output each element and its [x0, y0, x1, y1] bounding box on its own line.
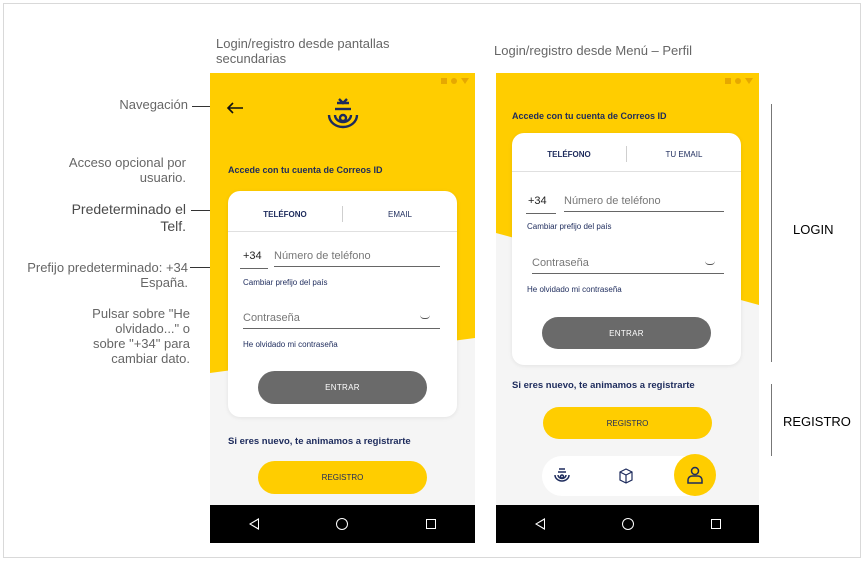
status-icons	[725, 78, 753, 84]
login-heading: Accede con tu cuenta de Correos ID	[228, 165, 383, 175]
correos-logo-icon[interactable]	[552, 466, 572, 486]
android-navbar	[210, 505, 475, 543]
nav-recents-icon[interactable]	[710, 519, 721, 529]
nav-back-icon[interactable]	[534, 518, 545, 530]
login-bracket-line	[771, 104, 772, 362]
login-tabs: TELÉFONO EMAIL	[228, 197, 457, 231]
password-input[interactable]: Contraseña	[532, 257, 724, 274]
tab-email[interactable]: EMAIL	[343, 197, 457, 231]
caption-left: Login/registro desde pantallas secundari…	[216, 36, 390, 66]
forgot-password-link[interactable]: He olvidado mi contraseña	[243, 340, 338, 349]
login-section-label: LOGIN	[793, 222, 834, 237]
status-icons	[441, 78, 469, 84]
android-navbar	[496, 505, 759, 543]
change-prefix-link[interactable]: Cambiar prefijo del país	[527, 222, 611, 231]
note-prefix: Prefijo predeterminado: +34 España.	[27, 260, 188, 290]
prefix-underline	[526, 213, 556, 214]
package-icon[interactable]	[618, 468, 634, 484]
prefix-underline	[240, 268, 268, 269]
caption-right: Login/registro desde Menú – Perfil	[494, 43, 693, 58]
register-button[interactable]: REGISTRO	[543, 407, 712, 439]
register-bracket-line	[771, 384, 772, 456]
forgot-password-link[interactable]: He olvidado mi contraseña	[527, 285, 622, 294]
profile-tab[interactable]	[674, 454, 716, 496]
register-prompt: Si eres nuevo, te animamos a registrarte	[228, 436, 411, 447]
tab-phone[interactable]: TELÉFONO	[228, 197, 342, 231]
tab-phone[interactable]: TELÉFONO	[512, 137, 626, 171]
back-arrow-icon[interactable]	[226, 101, 244, 115]
tab-underline	[512, 171, 741, 172]
phone-prefix[interactable]: +34	[528, 195, 547, 207]
note-navigation: Navegación	[119, 97, 188, 112]
login-card: TELÉFONO EMAIL +34 Número de teléfono Ca…	[228, 191, 457, 417]
change-prefix-link[interactable]: Cambiar prefijo del país	[243, 278, 327, 287]
nav-home-icon[interactable]	[336, 518, 349, 530]
login-card: TELÉFONO TU EMAIL +34 Número de teléfono…	[512, 133, 741, 365]
login-heading: Accede con tu cuenta de Correos ID	[512, 111, 667, 121]
note-press: Pulsar sobre "He olvidado..." o sobre "+…	[92, 306, 190, 366]
nav-back-icon[interactable]	[248, 518, 259, 530]
tab-email[interactable]: TU EMAIL	[627, 137, 741, 171]
login-tabs: TELÉFONO TU EMAIL	[512, 137, 741, 171]
register-section-label: REGISTRO	[783, 414, 851, 429]
register-button[interactable]: REGISTRO	[258, 461, 427, 494]
phone-input[interactable]: Número de teléfono	[274, 250, 440, 267]
bottom-tab-bar	[542, 454, 716, 496]
tab-underline	[228, 231, 457, 232]
phone-input[interactable]: Número de teléfono	[564, 195, 724, 212]
phone-left: Accede con tu cuenta de Correos ID TELÉF…	[210, 73, 475, 543]
register-prompt: Si eres nuevo, te animamos a registrarte	[512, 380, 695, 391]
enter-button[interactable]: ENTRAR	[542, 317, 711, 349]
user-icon	[687, 466, 703, 484]
note-optional-access: Acceso opcional por usuario.	[68, 155, 186, 185]
note-default-phone: Predeterminado el Telf.	[71, 201, 186, 234]
phone-prefix[interactable]: +34	[243, 250, 262, 262]
correos-logo-icon	[327, 98, 359, 129]
enter-button[interactable]: ENTRAR	[258, 371, 427, 404]
password-input[interactable]: Contraseña	[243, 312, 440, 329]
phone-right: Accede con tu cuenta de Correos ID TELÉF…	[496, 73, 759, 543]
nav-recents-icon[interactable]	[426, 519, 437, 529]
nav-home-icon[interactable]	[621, 518, 634, 530]
